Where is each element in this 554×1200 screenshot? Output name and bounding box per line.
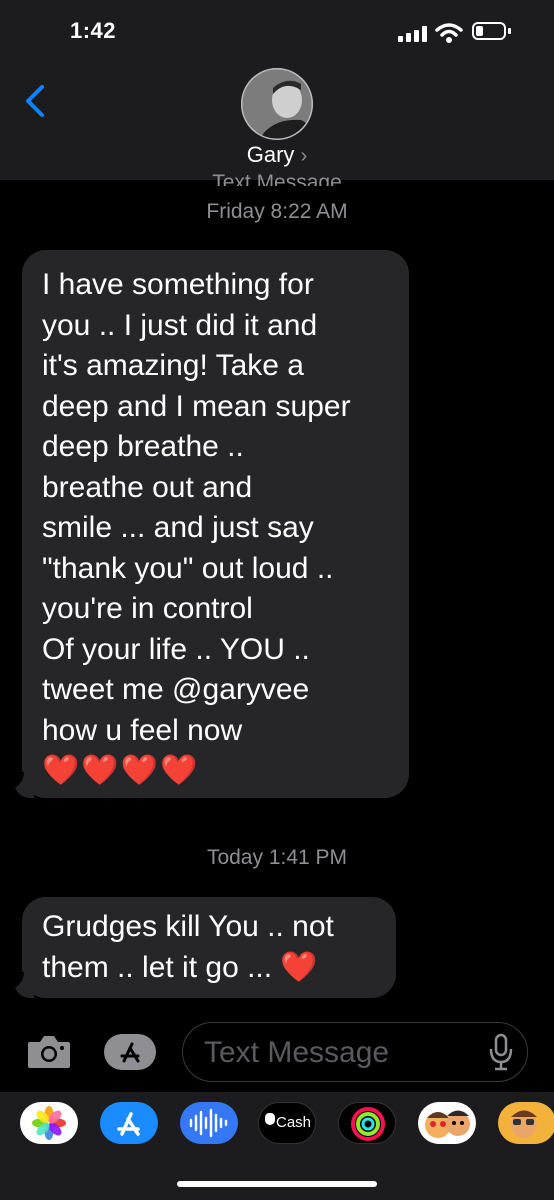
message-line: smile ... and just say — [42, 511, 314, 544]
contact-name-row[interactable]: Gary › — [0, 142, 554, 168]
activity-icon[interactable] — [338, 1102, 396, 1144]
microphone-icon[interactable] — [488, 1032, 514, 1072]
battery-cap — [508, 28, 511, 34]
message-line: I have something for — [42, 268, 314, 301]
message-line: breathe out and — [42, 470, 253, 504]
message-line: you .. I just did it and — [42, 308, 318, 342]
message-line: it's amazing! Take a — [42, 349, 304, 382]
message-bubble-incoming[interactable]: I have something for you .. I just did i… — [22, 250, 409, 798]
wifi-icon — [435, 23, 463, 43]
app-store-icon[interactable] — [100, 1102, 158, 1144]
signal-icon — [398, 26, 428, 42]
memoji-2-icon[interactable] — [498, 1102, 554, 1144]
camera-icon[interactable] — [26, 1034, 72, 1070]
app-store-button[interactable] — [104, 1034, 156, 1070]
message-bubble-incoming[interactable]: Grudges kill You .. not them .. let it g… — [22, 897, 396, 998]
message-line: deep and I mean super — [42, 389, 351, 423]
photos-icon[interactable] — [20, 1102, 78, 1144]
message-line: Of your life .. YOU .. — [42, 632, 310, 666]
contact-name: Gary — [246, 142, 295, 167]
message-line: "thank you" out loud .. — [42, 551, 334, 585]
home-indicator[interactable] — [177, 1181, 377, 1187]
message-line: Grudges kill You .. not — [42, 910, 334, 943]
message-line: them .. let it go ... ❤️ — [42, 950, 318, 984]
message-line: you're in control — [42, 592, 253, 625]
back-button[interactable] — [22, 84, 48, 118]
timestamp: Friday 8:22 AM — [206, 200, 348, 223]
battery-icon — [472, 22, 506, 40]
message-input-placeholder: Text Message — [204, 1036, 390, 1069]
chevron-right-icon: › — [300, 145, 308, 167]
timestamp-partial: Text Message — [212, 171, 342, 186]
timestamp: Today 1:41 PM — [206, 846, 348, 869]
status-time: 1:42 — [70, 18, 117, 43]
message-line: tweet me @garyvee — [42, 673, 310, 706]
message-line: how u feel now — [42, 713, 243, 747]
cash-icon[interactable]: Cash — [258, 1102, 316, 1144]
app-store-glyph-icon — [120, 1042, 140, 1063]
avatar[interactable] — [241, 68, 313, 140]
audio-icon[interactable] — [180, 1102, 238, 1144]
cash-label: Cash — [276, 1114, 312, 1131]
message-line: deep breathe .. — [42, 430, 244, 463]
heart-emoji-row: ❤️❤️❤️❤️ — [42, 754, 200, 787]
memoji-icon[interactable] — [418, 1102, 476, 1144]
apple-icon — [265, 1113, 275, 1125]
